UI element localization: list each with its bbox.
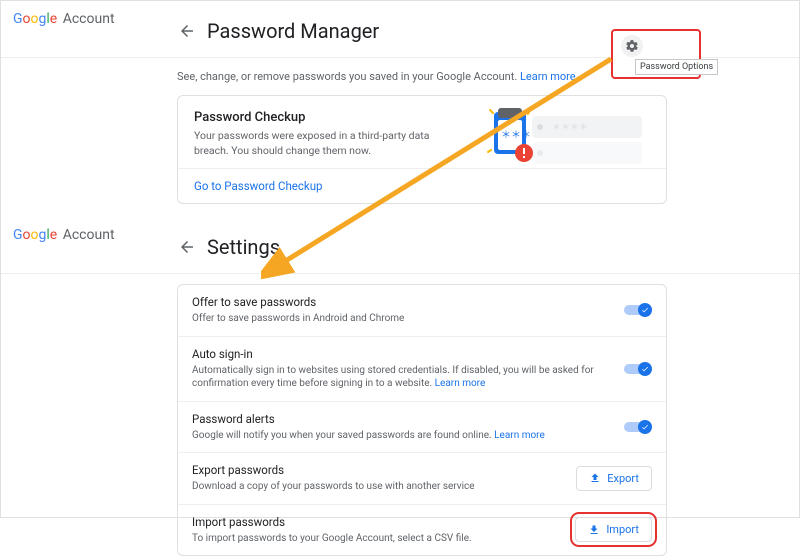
export-button[interactable]: Export (576, 466, 652, 491)
row-title: Password alerts (192, 412, 610, 426)
upload-icon (589, 472, 601, 484)
row-import: Import passwords To import passwords to … (178, 504, 666, 556)
row-password-alerts: Password alerts Google will notify you w… (178, 401, 666, 453)
export-label: Export (607, 472, 639, 485)
row-export: Export passwords Download a copy of your… (178, 452, 666, 504)
go-to-checkup-link[interactable]: Go to Password Checkup (178, 169, 666, 203)
page-title: Password Manager (207, 19, 379, 43)
back-arrow-icon[interactable] (177, 21, 197, 41)
import-label: Import (606, 523, 639, 536)
checkup-desc: Your passwords were exposed in a third-p… (194, 129, 454, 158)
import-button[interactable]: Import (575, 517, 652, 542)
learn-more-link[interactable]: Learn more (435, 378, 486, 389)
pm-subtext: See, change, or remove passwords you sav… (177, 70, 667, 83)
back-arrow-icon[interactable] (177, 237, 197, 257)
toggle-auto-signin[interactable] (622, 362, 652, 376)
row-desc: Download a copy of your passwords to use… (192, 480, 564, 494)
row-offer-save: Offer to save passwords Offer to save pa… (178, 285, 666, 336)
password-checkup-card: Password Checkup Your passwords were exp… (177, 95, 667, 204)
row-desc: Google will notify you when your saved p… (192, 429, 610, 443)
toggle-password-alerts[interactable] (622, 420, 652, 434)
svg-text:＊＊＊: ＊＊＊ (501, 130, 531, 141)
row-title: Export passwords (192, 463, 564, 477)
svg-text:＊＊＊＊: ＊＊＊＊ (552, 123, 588, 133)
gear-tooltip: Password Options (635, 59, 718, 75)
settings-list: Offer to save passwords Offer to save pa… (177, 284, 667, 556)
pm-learn-more-link[interactable]: Learn more (520, 70, 576, 83)
gear-icon[interactable] (621, 35, 643, 57)
row-desc: To import passwords to your Google Accou… (192, 532, 563, 546)
row-title: Auto sign-in (192, 347, 610, 361)
row-desc-text: Google will notify you when your saved p… (192, 430, 492, 441)
row-title: Offer to save passwords (192, 295, 610, 309)
download-icon (588, 524, 600, 536)
row-desc-text: Automatically sign in to websites using … (192, 365, 594, 390)
settings-title: Settings (207, 235, 280, 259)
learn-more-link[interactable]: Learn more (494, 430, 545, 441)
row-title: Import passwords (192, 515, 563, 529)
toggle-offer-save[interactable] (622, 303, 652, 317)
row-desc: Automatically sign in to websites using … (192, 364, 610, 391)
pm-subtext-text: See, change, or remove passwords you sav… (177, 70, 517, 83)
row-desc: Offer to save passwords in Android and C… (192, 312, 610, 326)
checkup-illustration-icon: ＊＊＊＊ ＊＊＊ (472, 104, 652, 168)
row-auto-signin: Auto sign-in Automatically sign in to we… (178, 336, 666, 401)
gear-callout: Password Options (611, 29, 701, 79)
